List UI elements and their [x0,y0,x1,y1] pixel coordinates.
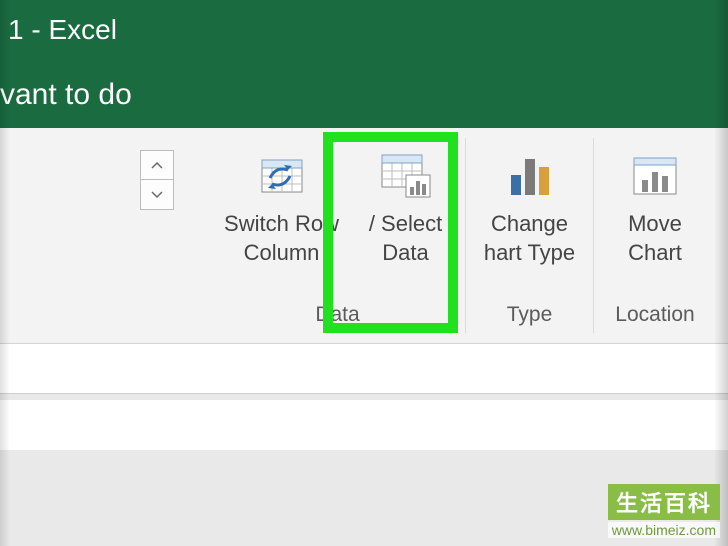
change-chart-type-icon [502,148,558,204]
chevron-down-icon [151,191,163,199]
select-data-icon [378,148,434,204]
tell-me-bar[interactable]: vant to do [0,60,728,128]
switch-row-column-button[interactable]: Switch Row Column [214,138,350,299]
group-type: Change hart Type Type [466,138,594,333]
select-data-label: / Select Data [369,210,442,267]
watermark: 生活百科 www.bimeiz.com [608,484,720,538]
stepper-up-button[interactable] [140,150,174,180]
ribbon: Switch Row Column [0,128,728,344]
group-type-label: Type [507,299,553,329]
ribbon-groups: Switch Row Column [210,138,716,333]
change-chart-type-label: Change hart Type [484,210,575,267]
watermark-brand: 生活百科 [608,484,720,520]
group-location: Move Chart Location [594,138,716,333]
group-location-label: Location [615,299,694,329]
group-data: Switch Row Column [210,138,466,333]
watermark-url: www.bimeiz.com [608,522,720,538]
chevron-up-icon [151,161,163,169]
style-stepper [140,150,192,210]
switch-row-column-icon [254,148,310,204]
switch-row-column-label: Switch Row Column [224,210,339,267]
title-bar: 1 - Excel [0,0,728,60]
change-chart-type-button[interactable]: Change hart Type [468,138,592,299]
app-title: 1 - Excel [8,14,117,45]
move-chart-button[interactable]: Move Chart [596,138,714,299]
group-data-label: Data [315,299,359,329]
worksheet-row-1[interactable] [0,344,728,394]
tell-me-text: vant to do [0,78,132,111]
move-chart-label: Move Chart [628,210,682,267]
select-data-button[interactable]: / Select Data [350,138,462,299]
move-chart-icon [627,148,683,204]
worksheet-row-2[interactable] [0,400,728,450]
stepper-down-button[interactable] [140,180,174,210]
